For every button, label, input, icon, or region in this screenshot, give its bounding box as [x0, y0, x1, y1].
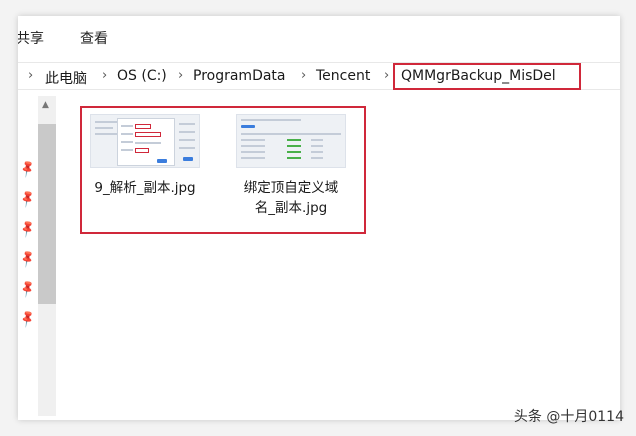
file-name: 绑定顶自定义域 名_副本.jpg	[224, 178, 358, 218]
tab-share[interactable]: 共享	[18, 28, 44, 48]
chevron-right-icon[interactable]: ›	[301, 68, 306, 83]
watermark: 头条 @十月0114	[513, 409, 624, 425]
pin-icon[interactable]: 📌	[18, 219, 38, 239]
tab-view[interactable]: 查看	[80, 28, 108, 48]
breadcrumb-tencent[interactable]: Tencent	[316, 68, 370, 84]
pin-icon[interactable]: 📌	[18, 249, 38, 269]
pin-icon[interactable]: 📌	[18, 279, 38, 299]
pin-icon[interactable]: 📌	[18, 309, 38, 329]
image-thumbnail	[236, 114, 346, 168]
chevron-right-icon[interactable]: ›	[178, 68, 183, 83]
chevron-right-icon[interactable]: ›	[102, 68, 107, 83]
breadcrumb-current-folder[interactable]: QMMgrBackup_MisDel	[401, 68, 556, 84]
pin-icon[interactable]: 📌	[18, 189, 38, 209]
breadcrumb-programdata[interactable]: ProgramData	[193, 68, 286, 84]
breadcrumb-os-c[interactable]: OS (C:)	[117, 68, 167, 84]
file-name-line: 名_副本.jpg	[254, 200, 328, 216]
chevron-right-icon: ›	[28, 68, 34, 83]
explorer-window: 共享 查看 › 此电脑 › OS (C:) › ProgramData › Te…	[18, 16, 620, 420]
ribbon: 共享 查看	[18, 16, 620, 58]
file-name: 9_解析_副本.jpg	[94, 180, 196, 196]
scrollbar-thumb[interactable]	[38, 124, 56, 304]
chevron-right-icon[interactable]: ›	[384, 68, 389, 83]
address-bar[interactable]: › 此电脑 › OS (C:) › ProgramData › Tencent …	[18, 62, 620, 90]
breadcrumb-this-pc[interactable]: 此电脑	[45, 68, 87, 88]
image-thumbnail	[90, 114, 200, 168]
file-name-line: 绑定顶自定义域	[243, 180, 339, 196]
navigation-pane: 📌 📌 📌 📌 📌 📌 ▲	[18, 92, 58, 420]
pin-icon[interactable]: 📌	[18, 159, 38, 179]
scroll-up-arrow-icon[interactable]: ▲	[42, 100, 49, 110]
